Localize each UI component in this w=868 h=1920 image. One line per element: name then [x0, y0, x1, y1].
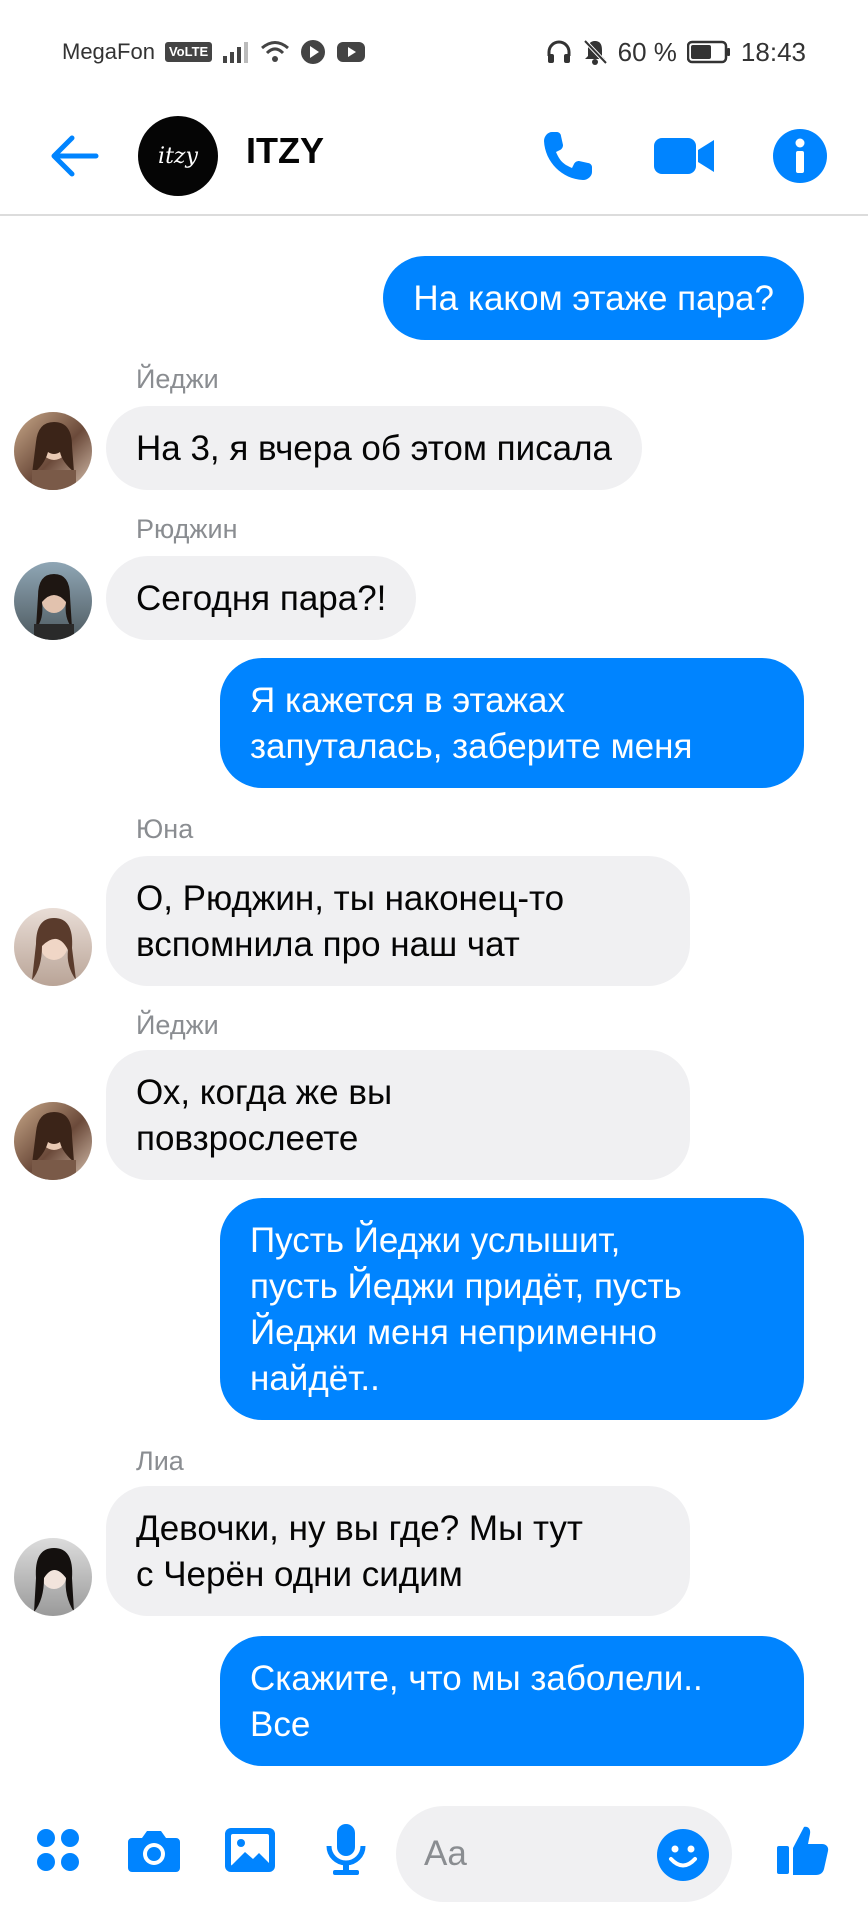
sender-avatar[interactable]	[14, 562, 92, 640]
sender-avatar[interactable]	[14, 412, 92, 490]
headphones-icon	[547, 40, 571, 63]
voice-button[interactable]	[314, 1818, 378, 1882]
apps-icon	[37, 1829, 79, 1871]
message-line: Ох, когда же вы	[136, 1073, 393, 1112]
back-button[interactable]	[44, 124, 108, 188]
avatar-photo	[32, 1112, 76, 1180]
emoji-icon	[657, 1829, 709, 1881]
message-incoming[interactable]: Ох, когда же вы повзрослеете	[106, 1050, 690, 1180]
status-right: 60 % 18:43	[546, 34, 806, 70]
signal-icon	[223, 42, 249, 63]
emoji-button[interactable]	[656, 1828, 710, 1882]
sender-name: Йеджи	[136, 364, 219, 394]
message-line: повзрослеете	[136, 1119, 359, 1158]
composer-bar	[0, 1790, 868, 1920]
like-icon	[777, 1826, 829, 1875]
video-call-button[interactable]	[646, 118, 722, 194]
sender-avatar[interactable]	[14, 1538, 92, 1616]
message-incoming[interactable]: На 3, я вчера об этом писала	[106, 406, 643, 490]
chat-title[interactable]: ITZY	[246, 130, 324, 172]
play-circle-icon	[301, 40, 326, 64]
message-line: Скажите, что мы заболели..	[250, 1659, 703, 1698]
gallery-button[interactable]	[218, 1818, 282, 1882]
info-button[interactable]	[762, 118, 838, 194]
avatar-photo	[32, 918, 76, 980]
message-composer[interactable]	[396, 1806, 732, 1902]
youtube-icon	[337, 42, 366, 62]
like-button[interactable]	[770, 1818, 834, 1882]
sender-name: Юна	[136, 814, 194, 844]
message-line: с Черён одни сидим	[136, 1555, 463, 1594]
message-line: вспомнила про наш чат	[136, 925, 520, 964]
avatar-photo	[32, 422, 76, 490]
sender-name: Йеджи	[136, 1010, 219, 1040]
battery-icon	[686, 40, 730, 64]
message-outgoing[interactable]: Скажите, что мы заболели.. Все	[220, 1636, 804, 1766]
sender-name: Лиа	[136, 1446, 184, 1476]
avatar-photo	[34, 1548, 74, 1612]
volte-badge: VoLTE	[164, 42, 213, 62]
mic-icon	[326, 1824, 366, 1875]
message-line: Все	[250, 1705, 311, 1744]
camera-button[interactable]	[122, 1818, 186, 1882]
message-input[interactable]	[422, 1828, 626, 1880]
message-text: Сегодня пара?!	[136, 579, 387, 618]
message-incoming[interactable]: О, Рюджин, ты наконец-то вспомнила про н…	[106, 856, 690, 986]
message-line: пусть Йеджи придёт, пусть	[250, 1267, 682, 1306]
camera-icon	[128, 1831, 180, 1872]
message-outgoing[interactable]: Пусть Йеджи услышит, пусть Йеджи придёт,…	[220, 1198, 804, 1420]
message-incoming[interactable]: Сегодня пара?!	[106, 556, 417, 640]
back-arrow-icon	[51, 135, 99, 177]
chat-header: itzy ITZY	[0, 104, 868, 216]
message-text: На 3, я вчера об этом писала	[136, 429, 613, 468]
wifi-icon	[261, 41, 290, 62]
message-line: Девочки, ну вы где? Мы тут	[136, 1509, 583, 1548]
group-avatar[interactable]: itzy	[138, 116, 218, 196]
message-list: На каком этаже пара? Йеджи На 3, я вчера…	[0, 214, 868, 1784]
message-text: На каком этаже пара?	[413, 279, 774, 318]
message-line: запуталась, заберите меня	[250, 727, 693, 766]
avatar-photo	[34, 574, 74, 640]
carrier-name: MegaFon	[62, 39, 155, 64]
image-icon	[225, 1828, 275, 1872]
message-outgoing[interactable]: На каком этаже пара?	[383, 256, 804, 340]
status-left: MegaFon VoLTE	[62, 36, 366, 68]
phone-icon	[544, 132, 592, 180]
status-bar: MegaFon VoLTE 60 % 18:43	[0, 0, 868, 104]
sender-avatar[interactable]	[14, 1102, 92, 1180]
apps-button[interactable]	[26, 1818, 90, 1882]
message-line: найдёт..	[250, 1359, 380, 1398]
bell-muted-icon	[583, 39, 608, 65]
message-line: Я кажется в этажах	[250, 681, 565, 720]
sender-name: Рюджин	[136, 514, 238, 544]
message-outgoing[interactable]: Я кажется в этажах запуталась, заберите …	[220, 658, 804, 788]
message-line: Йеджи меня неприменно	[250, 1313, 657, 1352]
message-line: Пусть Йеджи услышит,	[250, 1221, 621, 1260]
message-incoming[interactable]: Девочки, ну вы где? Мы тут с Черён одни …	[106, 1486, 690, 1616]
call-button[interactable]	[530, 118, 606, 194]
sender-avatar[interactable]	[14, 908, 92, 986]
info-icon	[773, 129, 827, 183]
message-line: О, Рюджин, ты наконец-то	[136, 879, 565, 918]
battery-percent: 60 %	[617, 36, 677, 67]
video-icon	[654, 138, 714, 174]
clock: 18:43	[740, 36, 806, 67]
